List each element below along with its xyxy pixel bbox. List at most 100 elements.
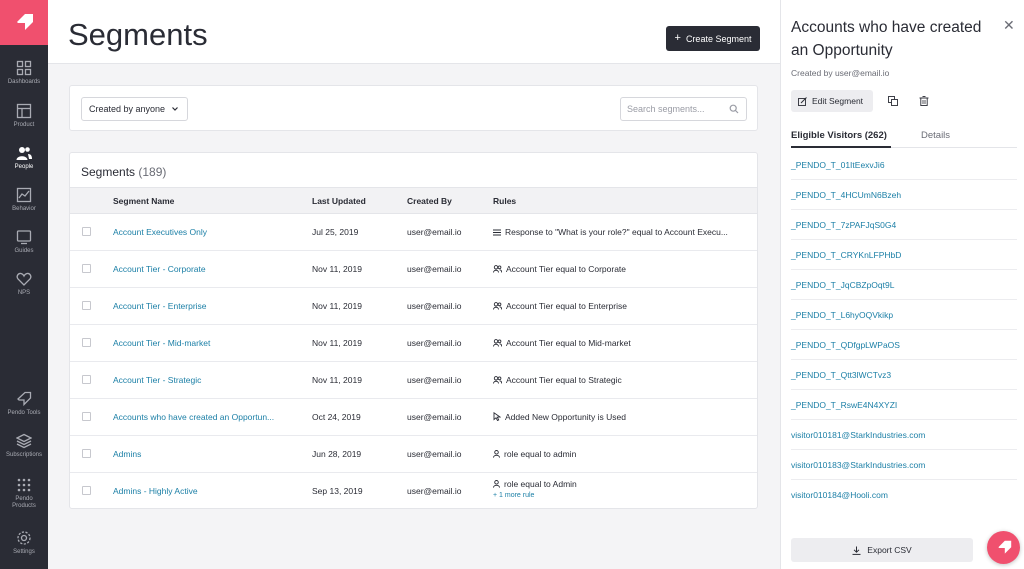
more-rules-link[interactable]: + 1 more rule [493, 492, 534, 499]
pendo-logo-icon [17, 13, 33, 30]
segment-name-link[interactable]: Admins [113, 449, 141, 459]
segment-name-link[interactable]: Account Tier - Mid-market [113, 338, 210, 348]
table-row[interactable]: Account Tier - Strategic Nov 11, 2019 us… [70, 362, 757, 399]
panel-tabs: Eligible Visitors (262) Details [791, 129, 1017, 148]
segment-name-link[interactable]: Account Executives Only [113, 227, 207, 237]
table-title-text: Segments [81, 165, 136, 179]
table-title: Segments (189) [81, 165, 166, 179]
table-row[interactable]: Accounts who have created an Opportun...… [70, 399, 757, 436]
row-checkbox[interactable] [82, 486, 91, 495]
created-by: user@email.io [407, 412, 462, 422]
created-by: user@email.io [407, 264, 462, 274]
last-updated: Nov 11, 2019 [312, 338, 362, 348]
table-row[interactable]: Account Tier - Enterprise Nov 11, 2019 u… [70, 288, 757, 325]
visitor-item[interactable]: _PENDO_T_L6hyOQVkikp [791, 300, 1017, 330]
export-csv-button[interactable]: Export CSV [791, 538, 973, 562]
nav-item-subscriptions[interactable]: Subscriptions [0, 433, 48, 459]
nav-item-settings[interactable]: Settings [0, 530, 48, 556]
nav-item-product[interactable]: Product [0, 103, 48, 129]
segments-table: Segments (189) Segment Name Last Updated… [69, 152, 758, 509]
visitor-item[interactable]: _PENDO_T_CRYKnLFPHbD [791, 240, 1017, 270]
segment-count: (189) [138, 165, 167, 179]
row-checkbox[interactable] [82, 338, 91, 347]
column-header-updated[interactable]: Last Updated [312, 196, 366, 206]
nav-label: Settings [13, 549, 35, 555]
page-title: Segments [68, 17, 208, 52]
visitor-id[interactable]: _PENDO_T_RswE4N4XYZI [791, 400, 897, 410]
segment-name-link[interactable]: Account Tier - Strategic [113, 375, 201, 385]
last-updated: Oct 24, 2019 [312, 412, 361, 422]
segment-name-link[interactable]: Account Tier - Enterprise [113, 301, 207, 311]
nav-item-people[interactable]: People [0, 145, 48, 171]
nav-item-nps[interactable]: NPS [0, 271, 48, 297]
visitor-id[interactable]: _PENDO_T_7zPAFJqS0G4 [791, 220, 896, 230]
visitor-item[interactable]: _PENDO_T_JqCBZpOqt9L [791, 270, 1017, 300]
visitor-item[interactable]: _PENDO_T_4HCUmN6Bzeh [791, 180, 1017, 210]
search-input[interactable]: Search segments... [620, 97, 747, 121]
visitor-item[interactable]: _PENDO_T_01ItEexvJi6 [791, 150, 1017, 180]
nav-label: Subscriptions [5, 452, 43, 458]
row-checkbox[interactable] [82, 412, 91, 421]
trash-icon[interactable] [919, 96, 929, 106]
last-updated: Sep 13, 2019 [312, 486, 363, 496]
nav-item-guides[interactable]: Guides [0, 229, 48, 255]
people-icon [493, 302, 502, 310]
row-checkbox[interactable] [82, 449, 91, 458]
cursor-icon [493, 412, 501, 421]
visitor-item[interactable]: visitor010183@StarkIndustries.com [791, 450, 1017, 480]
visitor-id[interactable]: visitor010184@Hooli.com [791, 490, 888, 500]
segment-name-link[interactable]: Admins - Highly Active [113, 486, 198, 496]
close-icon[interactable]: ✕ [1003, 17, 1015, 34]
tab-eligible-visitors[interactable]: Eligible Visitors (262) [791, 130, 887, 141]
tab-details[interactable]: Details [921, 130, 950, 141]
table-row[interactable]: Account Executives Only Jul 25, 2019 use… [70, 214, 757, 251]
table-header: Segment Name Last Updated Created By Rul… [70, 187, 757, 214]
pendo-logo-icon [997, 540, 1011, 554]
pendo-logo[interactable] [0, 0, 48, 45]
left-nav: Dashboards Product People Behavior Guide… [0, 0, 48, 569]
visitor-id[interactable]: visitor010181@StarkIndustries.com [791, 430, 925, 440]
create-segment-button[interactable]: + Create Segment [666, 26, 760, 51]
row-checkbox[interactable] [82, 301, 91, 310]
segment-name-link[interactable]: Account Tier - Corporate [113, 264, 206, 274]
visitor-id[interactable]: _PENDO_T_Qtt3lWCTvz3 [791, 370, 891, 380]
table-row[interactable]: Account Tier - Mid-market Nov 11, 2019 u… [70, 325, 757, 362]
column-header-rules[interactable]: Rules [493, 196, 516, 206]
visitor-id[interactable]: _PENDO_T_4HCUmN6Bzeh [791, 190, 901, 200]
table-row[interactable]: Admins - Highly Active Sep 13, 2019 user… [70, 473, 757, 508]
visitor-id[interactable]: _PENDO_T_L6hyOQVkikp [791, 310, 893, 320]
visitor-id[interactable]: visitor010183@StarkIndustries.com [791, 460, 925, 470]
search-placeholder: Search segments... [627, 104, 705, 114]
column-header-created-by[interactable]: Created By [407, 196, 452, 206]
visitor-id[interactable]: _PENDO_T_JqCBZpOqt9L [791, 280, 894, 290]
nav-item-dashboards[interactable]: Dashboards [0, 60, 48, 86]
megaphone-icon [17, 391, 32, 407]
row-checkbox[interactable] [82, 375, 91, 384]
visitor-item[interactable]: _PENDO_T_Qtt3lWCTvz3 [791, 360, 1017, 390]
copy-icon[interactable] [888, 96, 898, 106]
column-header-name[interactable]: Segment Name [113, 196, 174, 206]
visitor-id[interactable]: _PENDO_T_01ItEexvJi6 [791, 160, 885, 170]
nav-item-pendo-tools[interactable]: Pendo Tools [0, 391, 48, 417]
visitor-id[interactable]: _PENDO_T_CRYKnLFPHbD [791, 250, 901, 260]
table-row[interactable]: Account Tier - Corporate Nov 11, 2019 us… [70, 251, 757, 288]
row-checkbox[interactable] [82, 227, 91, 236]
row-checkbox[interactable] [82, 264, 91, 273]
main-content: Segments + Create Segment Created by any… [48, 0, 780, 569]
segment-name-link[interactable]: Accounts who have created an Opportun... [113, 412, 274, 422]
pendo-resource-center-button[interactable] [987, 531, 1020, 564]
table-row[interactable]: Admins Jun 28, 2019 user@email.io role e… [70, 436, 757, 473]
visitor-item[interactable]: visitor010184@Hooli.com [791, 480, 1017, 510]
visitor-item[interactable]: _PENDO_T_QDfgpLWPaOS [791, 330, 1017, 360]
nav-item-behavior[interactable]: Behavior [0, 187, 48, 213]
rule-cell: Added New Opportunity is Used [493, 412, 626, 422]
visitor-item[interactable]: _PENDO_T_7zPAFJqS0G4 [791, 210, 1017, 240]
plus-icon: + [674, 32, 681, 44]
visitor-item[interactable]: _PENDO_T_RswE4N4XYZI [791, 390, 1017, 420]
nav-item-pendo-products[interactable]: Pendo Products [0, 477, 48, 510]
visitor-id[interactable]: _PENDO_T_QDfgpLWPaOS [791, 340, 900, 350]
visitor-item[interactable]: visitor010181@StarkIndustries.com [791, 420, 1017, 450]
edit-segment-button[interactable]: Edit Segment [791, 90, 873, 112]
page-header: Segments + Create Segment [48, 0, 780, 64]
created-by-dropdown[interactable]: Created by anyone [81, 97, 188, 121]
